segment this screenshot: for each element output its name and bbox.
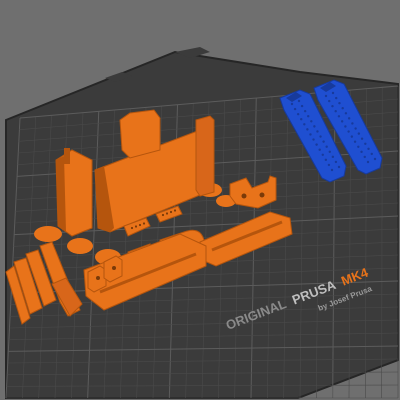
blue-panel-dot xyxy=(338,101,341,105)
blue-panel-dot xyxy=(360,137,364,140)
blue-panel-dot xyxy=(321,153,324,156)
blue-panel-dot xyxy=(325,145,328,148)
blue-panel-dot xyxy=(313,125,316,128)
blue-panel-dot xyxy=(309,133,312,136)
blue-panel-dot xyxy=(324,158,328,162)
blue-panel-dot xyxy=(316,130,319,133)
blue-panel-dot xyxy=(324,94,328,98)
blue-panel-dot xyxy=(331,155,335,159)
part-corner-bracket-upper-hole-1 xyxy=(241,193,247,199)
blue-panel-dot xyxy=(334,110,337,113)
part-corner-bracket-upper-hole-2 xyxy=(259,192,265,198)
blue-panel-dot xyxy=(300,118,303,121)
blue-panel-dot xyxy=(293,107,297,111)
blue-panel-dot xyxy=(360,150,363,154)
blue-panel-dot xyxy=(330,168,334,172)
blue-panel-dot xyxy=(290,102,294,106)
blue-panel-dot xyxy=(328,150,331,153)
blue-panel-dot xyxy=(350,135,354,138)
blue-panel-dot xyxy=(337,165,341,169)
blue-panel-dot xyxy=(296,112,300,116)
part-upright-block-1-hole xyxy=(96,276,100,280)
blue-panel-dot xyxy=(363,155,366,159)
blue-panel-dot xyxy=(331,91,335,95)
blue-panel-dot xyxy=(303,123,306,126)
blue-panel-dot xyxy=(341,107,344,110)
blue-panel-dot xyxy=(331,104,334,108)
blue-panel-dot xyxy=(354,127,357,130)
blue-panel-dot xyxy=(315,143,318,146)
part-disc-2[interactable] xyxy=(67,238,93,254)
blue-panel-dot xyxy=(300,104,304,108)
blue-panel-dot xyxy=(370,152,373,156)
blue-panel-dot xyxy=(367,147,370,151)
blue-panel-dot xyxy=(344,125,347,128)
blue-panel-dot xyxy=(347,130,350,133)
blue-panel-dot xyxy=(351,122,354,125)
blue-panel-dot xyxy=(297,99,301,103)
blue-panel-dot xyxy=(327,163,331,167)
part-upright-block-2-hole xyxy=(112,266,116,270)
blue-panel-dot xyxy=(319,135,322,138)
blue-panel-dot xyxy=(337,115,341,118)
blue-panel-dot xyxy=(303,109,307,113)
blue-panel-dot xyxy=(344,112,348,115)
blue-panel-dot xyxy=(312,138,315,141)
blue-panel-dot xyxy=(347,117,351,120)
part-stand-fin[interactable] xyxy=(119,109,161,159)
blue-panel-dot xyxy=(334,160,338,164)
blue-panel-dot xyxy=(306,128,309,131)
blue-panel-dot xyxy=(310,120,313,123)
blue-panel-dot xyxy=(373,157,377,161)
blue-panel-dot xyxy=(366,160,370,164)
bed-scene[interactable]: ORIGINAL PRUSA MK4 by Josef Prusa xyxy=(0,0,400,400)
part-stand-column-slot xyxy=(64,148,70,164)
blue-panel-dot xyxy=(307,115,310,118)
blue-panel-dot xyxy=(340,120,344,123)
blue-panel-dot xyxy=(357,132,361,135)
blue-panel-dot xyxy=(328,99,331,103)
blue-panel-dot xyxy=(335,96,338,100)
blue-panel-dot xyxy=(364,142,367,145)
part-disc-1[interactable] xyxy=(34,226,62,242)
blue-panel-dot xyxy=(318,148,321,151)
blue-panel-dot xyxy=(357,145,360,148)
part-stand-column-right[interactable] xyxy=(195,115,215,197)
3d-viewport[interactable]: ORIGINAL PRUSA MK4 by Josef Prusa xyxy=(0,0,400,400)
blue-panel-dot xyxy=(353,140,357,143)
blue-panel-dot xyxy=(322,140,325,143)
